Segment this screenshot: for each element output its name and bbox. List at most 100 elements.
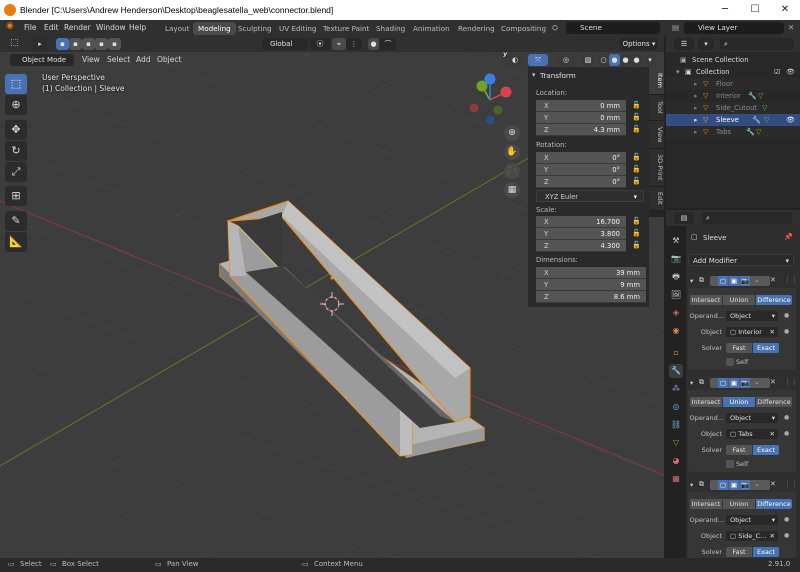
menu-help[interactable]: Help (129, 23, 146, 32)
overlays-toggle-icon[interactable]: ◎ (556, 54, 576, 66)
rotation-z-field[interactable]: Z 0° (536, 176, 626, 188)
measure-tool[interactable]: 📐 (5, 232, 27, 252)
workspace-tab-layout[interactable]: Layout (160, 22, 194, 35)
eye-icon[interactable]: 👁 (786, 114, 795, 126)
op-intersect-button[interactable]: Intersect (690, 397, 722, 407)
camera-view-icon[interactable]: 🎥 (504, 163, 520, 179)
solver-fast-button[interactable]: Fast (726, 547, 752, 557)
outliner-item-sleeve[interactable]: ▸ ▽ Sleeve 🔧 ▽ 👁 (666, 114, 800, 126)
solver-exact-button[interactable]: Exact (753, 547, 779, 557)
transform-tool[interactable]: ⊞ (5, 186, 27, 206)
operand-object-field[interactable]: ▢ Tabs ✕ (726, 429, 778, 439)
drag-handle-icon[interactable]: ⋮⋮ (784, 378, 798, 386)
outliner-scene-collection[interactable]: ▣ Scene Collection (666, 54, 800, 66)
lock-icon[interactable]: 🔓 (632, 241, 641, 250)
menu-edit[interactable]: Edit (44, 23, 59, 32)
workspace-tab-animation[interactable]: Animation (408, 22, 455, 35)
lock-icon[interactable]: 🔓 (632, 153, 641, 162)
options-dropdown[interactable]: Options ▾ (620, 38, 658, 50)
expand-arrow-icon[interactable]: ▾ (676, 66, 680, 78)
collapse-arrow-icon[interactable]: ▾ (690, 481, 693, 489)
workspace-tab-uv-editing[interactable]: UV Editing (274, 22, 322, 35)
solver-fast-button[interactable]: Fast (726, 445, 752, 455)
outliner-item-interior[interactable]: ▸ ▽ Interior 🔧 ▽ (666, 90, 800, 102)
op-difference-button[interactable]: Difference (756, 499, 792, 509)
render-toggle-icon[interactable]: 📷 (740, 480, 750, 490)
panel-collapse-icon[interactable]: ▾ (532, 71, 535, 79)
scale-x-field[interactable]: X 16.700 (536, 216, 626, 228)
location-y-field[interactable]: Y0 mm (536, 112, 626, 124)
ortho-toggle-icon[interactable]: ▦ (504, 182, 520, 198)
output-tab-icon[interactable]: 🖶 (669, 270, 683, 284)
lock-icon[interactable]: 🔓 (632, 217, 641, 226)
render-toggle-icon[interactable]: 📷 (740, 276, 750, 286)
location-z-field[interactable]: Z 4.3 mm (536, 124, 626, 136)
op-intersect-button[interactable]: Intersect (690, 295, 722, 305)
constraints-tab-icon[interactable]: ⛓ (669, 418, 683, 432)
self-checkbox[interactable] (726, 460, 734, 468)
shading-material-icon[interactable]: ● (620, 54, 631, 66)
operand-type-dropdown[interactable]: Object ▾ (726, 413, 778, 423)
properties-editor-type-icon[interactable]: ▤ (674, 212, 694, 224)
op-union-button[interactable]: Union (723, 295, 755, 305)
view-layer-close-icon[interactable]: ✕ (788, 23, 794, 32)
material-tab-icon[interactable]: ◕ (669, 454, 683, 468)
location-x-field[interactable]: X0 mm (536, 100, 626, 112)
workspace-tab-rendering[interactable]: Rendering (453, 22, 500, 35)
properties-search-input[interactable]: ⌕ (702, 212, 792, 224)
viewport-toggle-icon[interactable]: ▣ (729, 480, 739, 490)
transform-orientation-dropdown[interactable]: Global (262, 38, 308, 50)
view-layer-tab-icon[interactable]: 🖼 (669, 288, 683, 302)
operand-type-dropdown[interactable]: Object ▾ (726, 515, 778, 525)
op-union-button[interactable]: Union (723, 397, 755, 407)
data-tab-icon[interactable]: ▽ (669, 436, 683, 450)
select-tool-icon[interactable]: ▸ (33, 38, 47, 50)
workspace-tab-shading[interactable]: Shading (371, 22, 410, 35)
keyframe-dot-icon[interactable]: ● (784, 414, 789, 421)
lock-icon[interactable]: 🔓 (632, 125, 641, 134)
select-mode-intersect-icon[interactable]: ▪ (108, 38, 121, 50)
operand-type-dropdown[interactable]: Object ▾ (726, 311, 778, 321)
keyframe-dot-icon[interactable]: ● (784, 516, 789, 523)
solver-exact-button[interactable]: Exact (753, 445, 779, 455)
scale-z-field[interactable]: Z 4.300 (536, 240, 626, 252)
viewport-menu-add[interactable]: Add (136, 55, 151, 64)
proportional-editing-icon[interactable]: ● (368, 38, 379, 50)
workspace-tab-sculpting[interactable]: Sculpting (233, 22, 277, 35)
particles-tab-icon[interactable]: ⁂ (669, 382, 683, 396)
move-tool[interactable]: ✥ (5, 120, 27, 140)
rotate-tool[interactable]: ↻ (5, 141, 27, 161)
outliner-search-input[interactable]: ⌕ (720, 38, 794, 50)
eye-icon[interactable]: 👁 (786, 66, 795, 78)
object-mode-dropdown[interactable]: Object Mode (10, 54, 74, 66)
expand-arrow-icon[interactable]: ▸ (694, 90, 698, 102)
outliner-editor-type-icon[interactable]: ☰ (674, 38, 694, 50)
sidebar-tab-tool[interactable]: Tool (649, 95, 664, 121)
outliner-filter-icon[interactable]: ▾ (698, 38, 714, 50)
close-icon[interactable]: ✕ (770, 480, 776, 488)
physics-tab-icon[interactable]: ◎ (669, 400, 683, 414)
op-difference-button[interactable]: Difference (756, 295, 792, 305)
world-tab-icon[interactable]: ◉ (669, 324, 683, 338)
checkbox-icon[interactable]: ☑ (774, 66, 780, 78)
snap-toggle-icon[interactable]: ⌖ (332, 38, 346, 50)
render-toggle-icon[interactable]: 📷 (740, 378, 750, 388)
self-checkbox[interactable] (726, 358, 734, 366)
object-tab-icon[interactable]: ▫ (669, 346, 683, 360)
workspace-tab-compositing[interactable]: Compositing (496, 22, 551, 35)
rotation-mode-dropdown[interactable]: XYZ Euler ▾ (536, 190, 644, 202)
edit-mode-toggle-icon[interactable]: ▢ (718, 480, 728, 490)
solver-fast-button[interactable]: Fast (726, 343, 752, 353)
select-mode-subtract-icon[interactable]: ▪ (82, 38, 95, 50)
texture-tab-icon[interactable]: ▦ (669, 472, 683, 486)
gizmo-toggle-icon[interactable]: ⤧ (528, 54, 548, 66)
pin-icon[interactable]: 📌 (784, 233, 793, 241)
edit-mode-toggle-icon[interactable]: ▢ (718, 378, 728, 388)
lock-icon[interactable]: 🔓 (632, 113, 641, 122)
outliner-item-tabs[interactable]: ▸ ▽ Tabs 🔧 ▽ (666, 126, 800, 138)
viewport-toggle-icon[interactable]: ▣ (729, 378, 739, 388)
sidebar-tab-item[interactable]: Item (649, 67, 664, 95)
sidebar-tab-edit[interactable]: Edit (649, 187, 664, 211)
navigation-gizmo[interactable] (469, 73, 512, 125)
collapse-arrow-icon[interactable]: ▾ (690, 277, 693, 285)
